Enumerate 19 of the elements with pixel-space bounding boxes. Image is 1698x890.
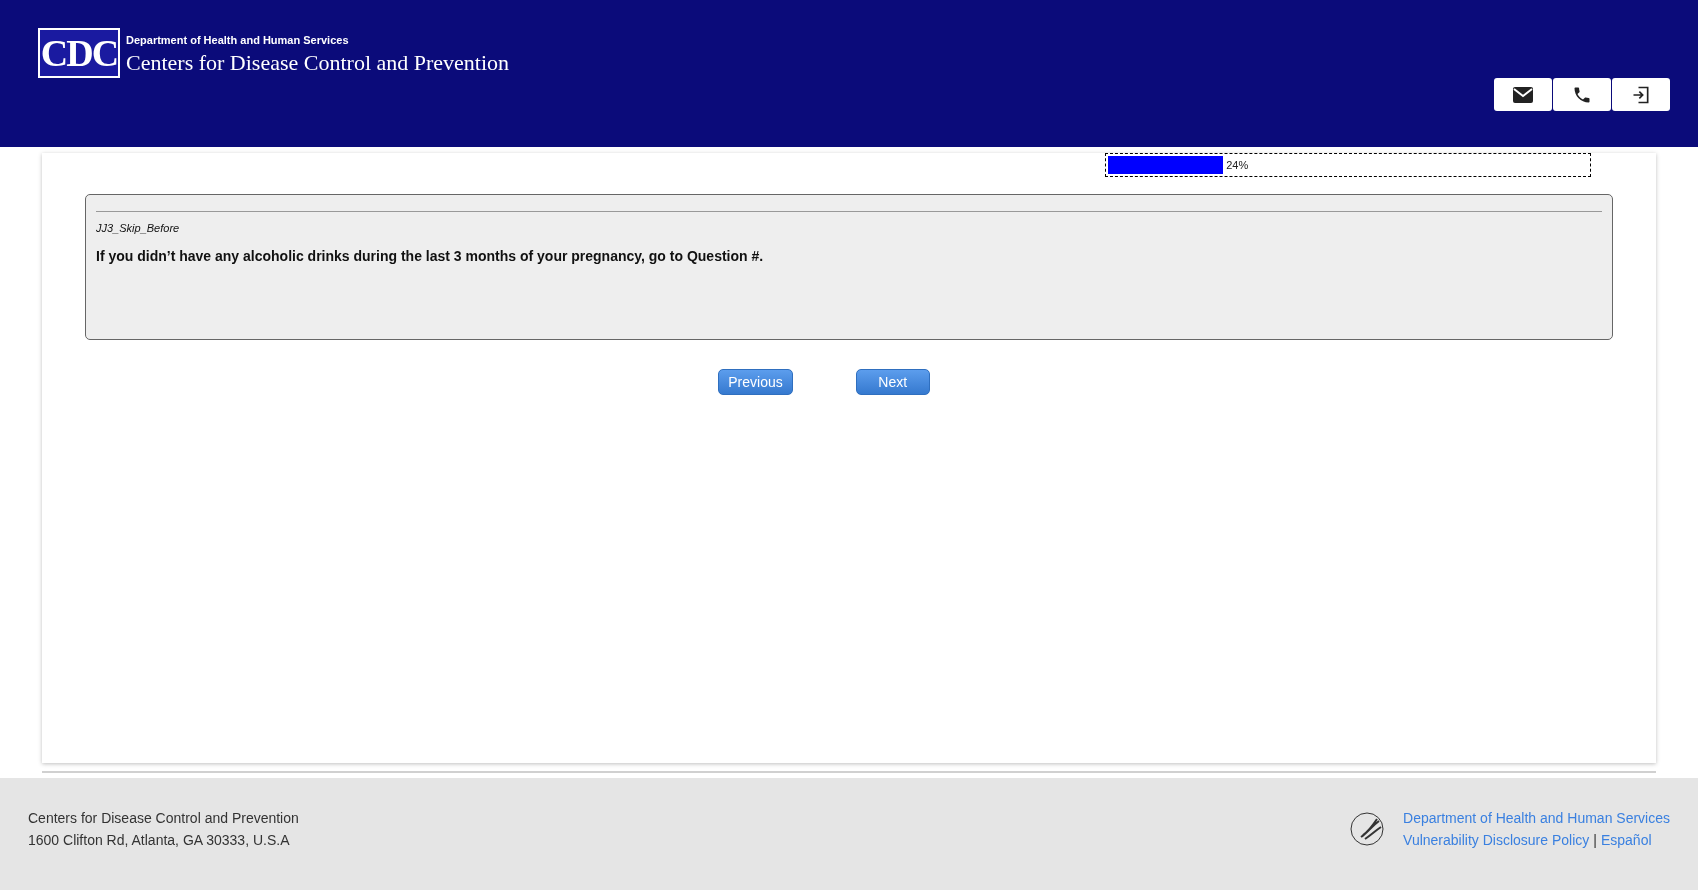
nav-button[interactable]: Next xyxy=(855,369,930,395)
address-line: Centers for Disease Control and Prevention xyxy=(28,809,299,828)
policy-link[interactable]: Vulnerability Disclosure Policy xyxy=(1403,829,1590,851)
link-separator: | xyxy=(1593,831,1597,850)
nav-button[interactable]: Previous xyxy=(718,369,793,395)
department-name: Department of Health and Human Services xyxy=(126,33,350,48)
email-icon xyxy=(1513,86,1533,103)
department-link[interactable]: Department of Health and Human Services xyxy=(1403,807,1670,829)
language-link[interactable]: Español xyxy=(1600,829,1652,851)
logo: CDC xyxy=(38,28,120,78)
address-line: 1600 Clifton Rd, Atlanta, GA 30333, U.S.A xyxy=(28,831,291,850)
progress-reading: 24% xyxy=(1226,157,1249,173)
question-id: JJ3_Skip_Before xyxy=(96,221,181,236)
exit-icon xyxy=(1631,84,1651,105)
question-text: If you didn’t have any alcoholic drinks during the last 3 months of your pregnancy, go to Question #. xyxy=(96,246,765,266)
agency-name: Centers for Disease Control and Prevention xyxy=(126,48,510,77)
phone-button[interactable] xyxy=(1553,78,1611,111)
email-button[interactable] xyxy=(1494,78,1552,111)
exit-button[interactable] xyxy=(1612,78,1670,111)
